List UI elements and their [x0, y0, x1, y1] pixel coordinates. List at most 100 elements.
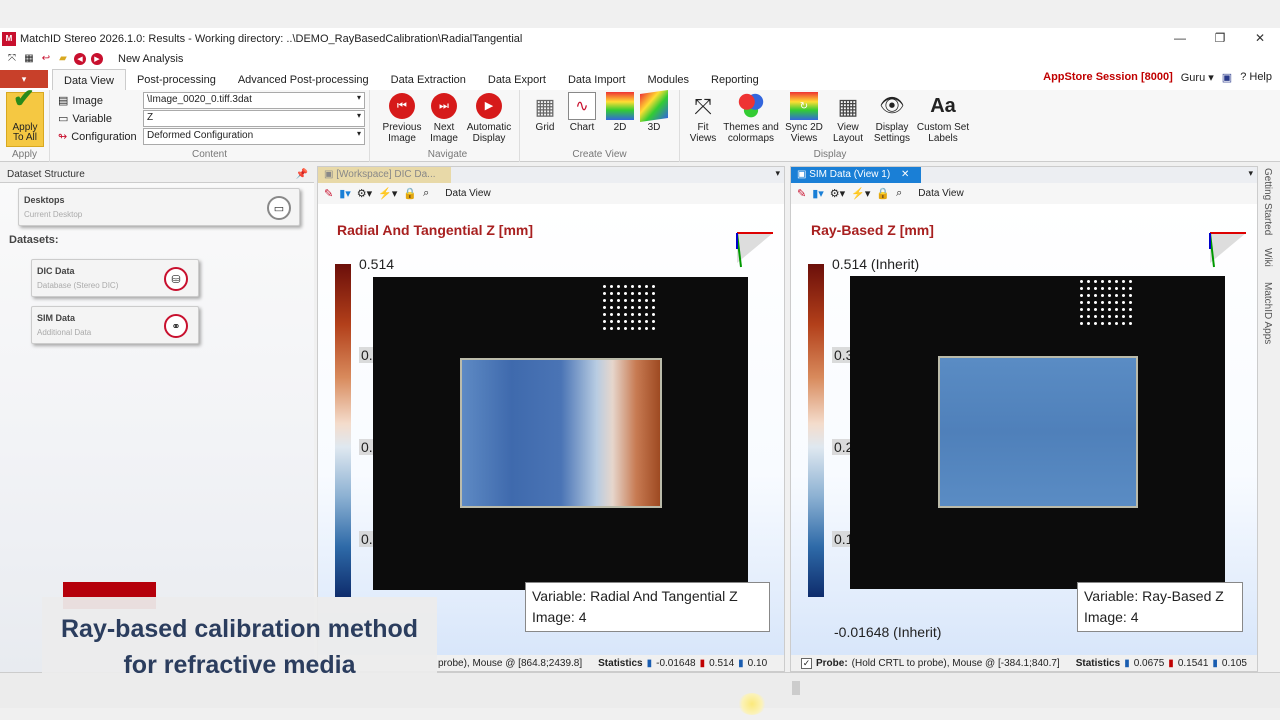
image-icon: ▤	[58, 95, 69, 107]
tab-modules[interactable]: Modules	[636, 69, 700, 90]
quick-access-toolbar: ⤧ ▦ ↩ ▰ ◀ ▶ New Analysis	[0, 49, 1280, 68]
content-group: ▤ Image \Image_0020_0.tiff.3dat ▾ ▭ Variabl…	[50, 90, 370, 162]
themes-label1: Themes and	[723, 122, 779, 133]
next-icon: ⏭	[431, 93, 457, 119]
view-2d-button[interactable]: 2D	[606, 92, 634, 133]
maximize-button[interactable]: ❐	[1200, 28, 1240, 49]
lightning-icon[interactable]: ⚡▾	[378, 187, 397, 200]
tab-sim-data[interactable]: ▣ SIM Data (View 1) ✕	[791, 167, 921, 183]
grid-button[interactable]: ▦ Grid	[530, 92, 560, 133]
tab-matchid-apps[interactable]: MatchID Apps	[1262, 282, 1273, 344]
probe-checkbox[interactable]: ✓	[801, 657, 812, 669]
tab-getting-started[interactable]: Getting Started	[1262, 168, 1273, 235]
bar-chart-icon[interactable]: ▮▾	[339, 187, 351, 200]
undo-icon[interactable]: ↩	[40, 53, 52, 65]
appstore-session-label[interactable]: AppStore Session [8000]	[1043, 71, 1173, 84]
variable-select[interactable]: Z ▾	[143, 110, 365, 127]
gear-icon[interactable]: ⚙▾	[830, 187, 845, 200]
previous-image-button[interactable]: ⏮ Previous Image	[380, 92, 424, 144]
data-view-label: Data View	[918, 188, 964, 199]
tab-data-export[interactable]: Data Export	[477, 69, 557, 90]
tab-data-extraction[interactable]: Data Extraction	[380, 69, 477, 90]
user-menu[interactable]: Guru ▾	[1181, 71, 1214, 84]
new-analysis-button[interactable]: New Analysis	[118, 53, 183, 65]
color-circles-icon	[737, 92, 765, 120]
dataset-card-sim[interactable]: SIM Data Additional Data ⚭	[31, 306, 199, 344]
tab-data-view[interactable]: Data View	[52, 69, 126, 90]
image-select[interactable]: \Image_0020_0.tiff.3dat ▾	[143, 92, 365, 109]
custom-labels-label1: Custom Set	[916, 122, 970, 133]
tab-post-processing[interactable]: Post-processing	[126, 69, 227, 90]
lock-icon[interactable]: 🔒	[403, 187, 417, 200]
sync-2d-views-button[interactable]: ↻ Sync 2D Views	[782, 92, 826, 144]
probe-icon[interactable]: ⌕	[423, 187, 429, 200]
desktops-card[interactable]: Desktops Current Desktop ▭	[18, 188, 300, 226]
sim-data-subtitle: Additional Data	[37, 328, 92, 337]
folder-icon[interactable]: ▰	[57, 53, 69, 65]
panel-menu-icon[interactable]: ▾	[775, 168, 780, 179]
language-flag-icon[interactable]: ▣	[1222, 71, 1232, 84]
grid-icon[interactable]: ▦	[23, 53, 35, 65]
variable-label: Variable	[72, 112, 112, 125]
caption-line-1: Ray-based calibration method	[60, 615, 419, 643]
colorbar	[808, 264, 824, 597]
dic-result-image	[373, 277, 748, 590]
dic-data-title: DIC Data	[37, 266, 75, 276]
probe-icon[interactable]: ⌕	[896, 187, 902, 200]
scroll-handle[interactable]	[792, 681, 800, 695]
help-button[interactable]: ? Help	[1240, 71, 1272, 84]
lock-icon[interactable]: 🔒	[876, 187, 890, 200]
next-image-button[interactable]: ⏭ Next Image	[424, 92, 464, 144]
play-icon: ▶	[476, 93, 502, 119]
apply-to-all-button[interactable]: ✔ Apply To All	[6, 85, 44, 147]
stat-max-icon: ▮	[699, 657, 706, 669]
chart-icon: ∿	[568, 92, 596, 120]
image-row: ▤ Image \Image_0020_0.tiff.3dat ▾	[58, 92, 365, 109]
info-box: Variable: Ray-Based Z Image: 4	[1077, 582, 1243, 632]
dataset-card-dic[interactable]: DIC Data Database (Stereo DIC) ⛁	[31, 259, 199, 297]
chart-label: Chart	[569, 122, 595, 133]
configuration-select[interactable]: Deformed Configuration ▾	[143, 128, 365, 145]
display-settings-button[interactable]: 👁 Display Settings	[870, 92, 914, 145]
edit-icon[interactable]: ✎	[324, 187, 333, 200]
automatic-display-button[interactable]: ▶ Automatic Display	[464, 92, 514, 144]
fit-icon[interactable]: ⤧	[6, 53, 18, 65]
layout-grid-icon: ▦	[837, 93, 859, 119]
themes-colormaps-button[interactable]: Themes and colormaps	[722, 92, 780, 144]
tab-sim-data-label: SIM Data (View 1)	[809, 169, 891, 180]
pin-icon[interactable]: 📌	[296, 166, 308, 183]
right-side-tabs: Getting Started Wiki MatchID Apps	[1260, 166, 1280, 366]
panel-menu-icon[interactable]: ▾	[1248, 168, 1253, 179]
probe-label: Probe:	[816, 657, 848, 669]
next-icon[interactable]: ▶	[91, 52, 103, 65]
fit-views-button[interactable]: ⤧ Fit Views	[686, 92, 720, 144]
lightning-icon[interactable]: ⚡▾	[851, 187, 870, 200]
custom-set-labels-button[interactable]: Aa Custom Set Labels	[914, 92, 972, 145]
close-tab-icon[interactable]: ✕	[901, 169, 909, 180]
gear-icon[interactable]: ⚙▾	[357, 187, 372, 200]
chart-button[interactable]: ∿ Chart	[566, 92, 598, 133]
edit-icon[interactable]: ✎	[797, 187, 806, 200]
view-layout-button[interactable]: ▦ View Layout	[828, 92, 868, 144]
tab-wiki[interactable]: Wiki	[1262, 248, 1273, 267]
colorbar-tick-max: 0.514	[359, 256, 395, 272]
tab-workspace-dic[interactable]: ▣ [Workspace] DIC Da...	[318, 167, 451, 183]
tab-reporting[interactable]: Reporting	[700, 69, 770, 90]
axis-triad-icon	[1209, 232, 1246, 268]
bar-chart-icon[interactable]: ▮▾	[812, 187, 824, 200]
view-3d-button[interactable]: 3D	[640, 90, 668, 133]
view-canvas[interactable]: Radial And Tangential Z [mm] 0.514 0.381…	[318, 204, 784, 655]
tab-advanced-post-processing[interactable]: Advanced Post-processing	[227, 69, 380, 90]
table-grid-icon: ▦	[534, 93, 556, 119]
expand-arrows-icon: ⤧	[694, 93, 712, 119]
chevron-down-icon: ▾	[356, 111, 361, 120]
stat-mean-icon: ▮	[1212, 657, 1218, 669]
minimize-button[interactable]: —	[1160, 28, 1200, 49]
view-layout-label1: View	[837, 122, 859, 133]
navigate-group-label: Navigate	[427, 149, 468, 160]
previous-icon[interactable]: ◀	[74, 52, 86, 65]
tab-data-import[interactable]: Data Import	[557, 69, 636, 90]
close-button[interactable]: ✕	[1240, 28, 1280, 49]
to-all-label: To All	[13, 132, 37, 143]
view-canvas[interactable]: Ray-Based Z [mm] 0.514 (Inherit) 0.3814 …	[791, 204, 1257, 655]
